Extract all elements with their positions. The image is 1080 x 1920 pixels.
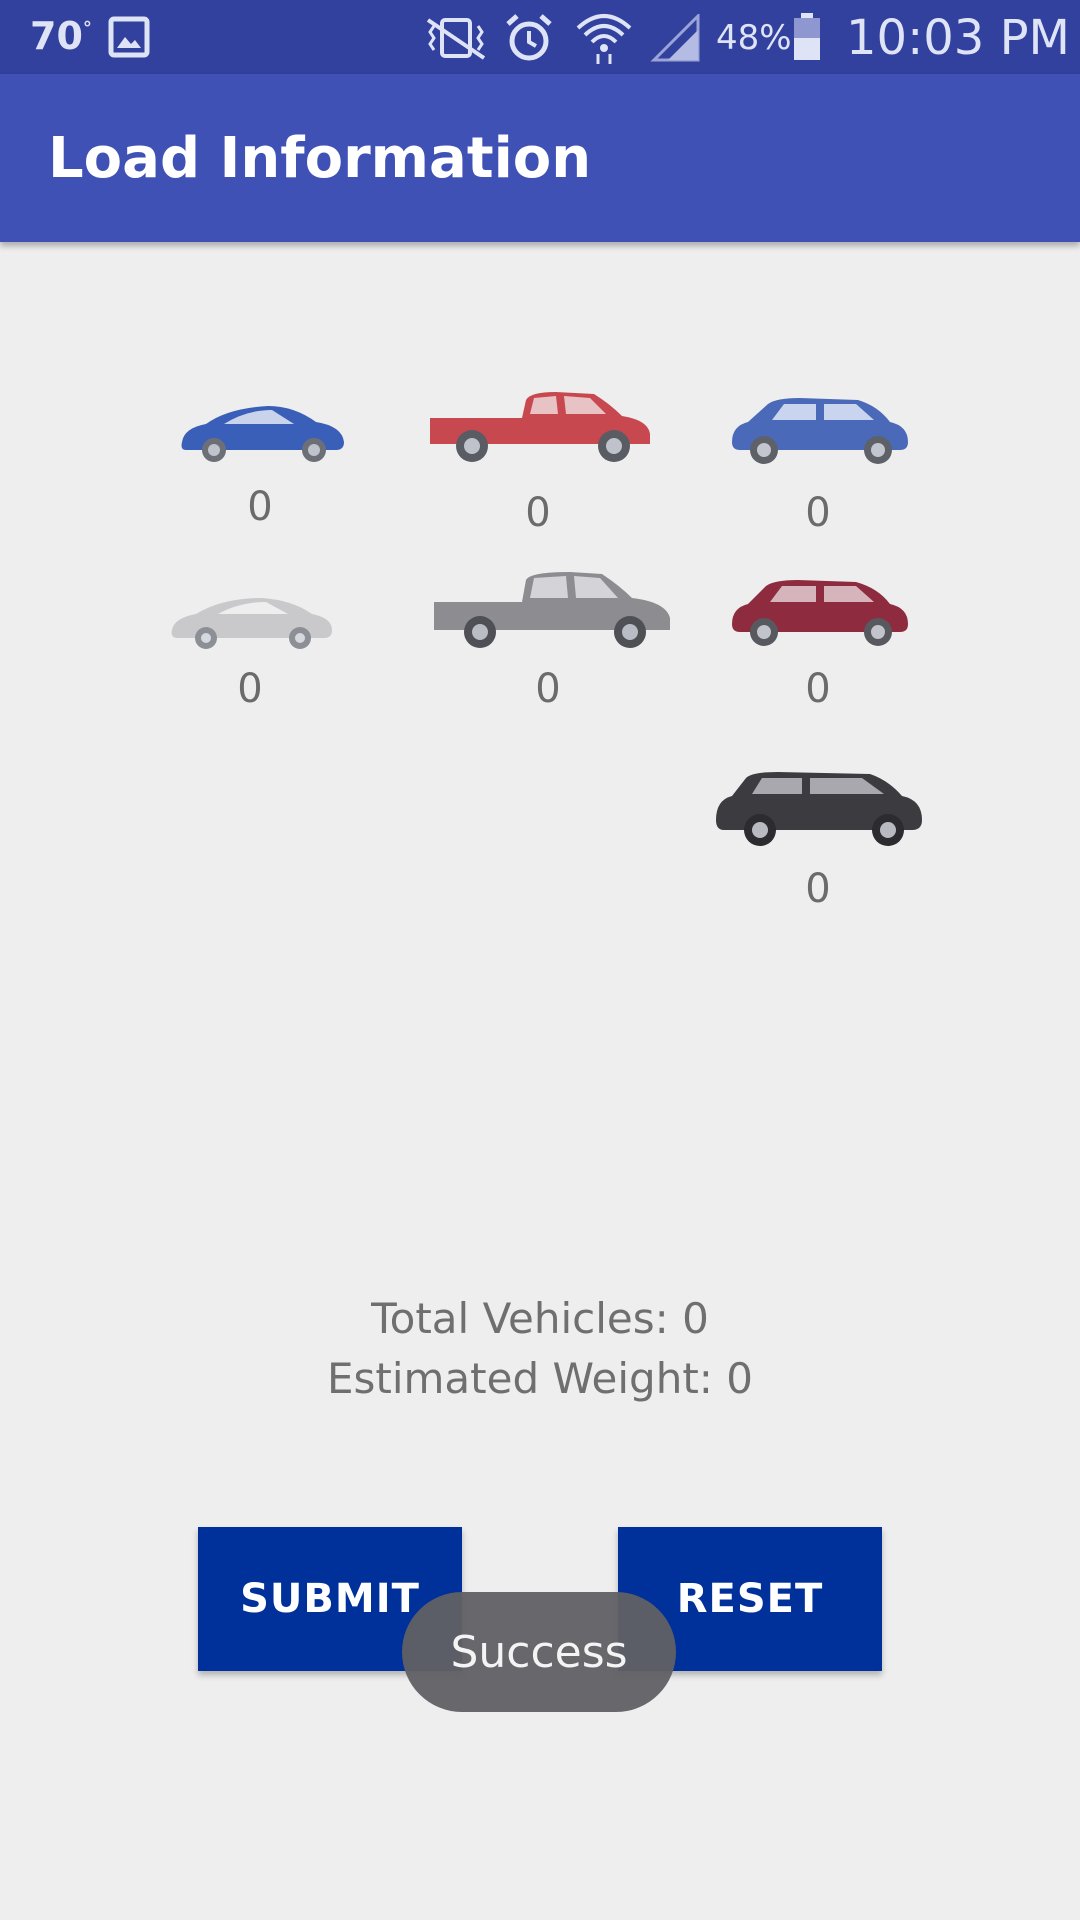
compact-suv-icon[interactable] [728, 392, 912, 468]
image-icon [108, 16, 150, 58]
vehicle-count: 0 [237, 666, 263, 712]
signal-icon [650, 14, 700, 62]
battery-icon [794, 13, 820, 60]
app-bar: Load Information [0, 74, 1080, 242]
vehicle-count: 0 [805, 666, 831, 712]
success-toast: Success [402, 1592, 676, 1712]
clock-time: 10:03 PM [846, 10, 1070, 66]
weather-temperature: 70° [30, 14, 92, 58]
total-vehicles-text: Total Vehicles: 0 [371, 1294, 709, 1343]
wifi-icon [576, 14, 632, 64]
page-title: Load Information [48, 126, 592, 191]
sedan-icon[interactable] [166, 590, 336, 650]
vehicle-count: 0 [535, 666, 561, 712]
vibrate-icon [426, 18, 486, 60]
vehicle-count: 0 [247, 484, 273, 530]
estimated-weight-text: Estimated Weight: 0 [326, 1354, 754, 1403]
alarm-icon [506, 14, 552, 61]
crossover-suv-icon[interactable] [728, 576, 912, 650]
pickup-truck-icon[interactable] [426, 382, 654, 466]
vehicle-count: 0 [525, 490, 551, 536]
large-suv-icon[interactable] [712, 770, 926, 850]
battery-percent: 48% [716, 18, 792, 58]
full-size-pickup-icon[interactable] [430, 566, 674, 652]
vehicle-count: 0 [805, 490, 831, 536]
compact-car-icon[interactable] [176, 398, 348, 464]
vehicle-count: 0 [805, 866, 831, 912]
status-bar: 70° 48% 10:03 PM [0, 0, 1080, 74]
